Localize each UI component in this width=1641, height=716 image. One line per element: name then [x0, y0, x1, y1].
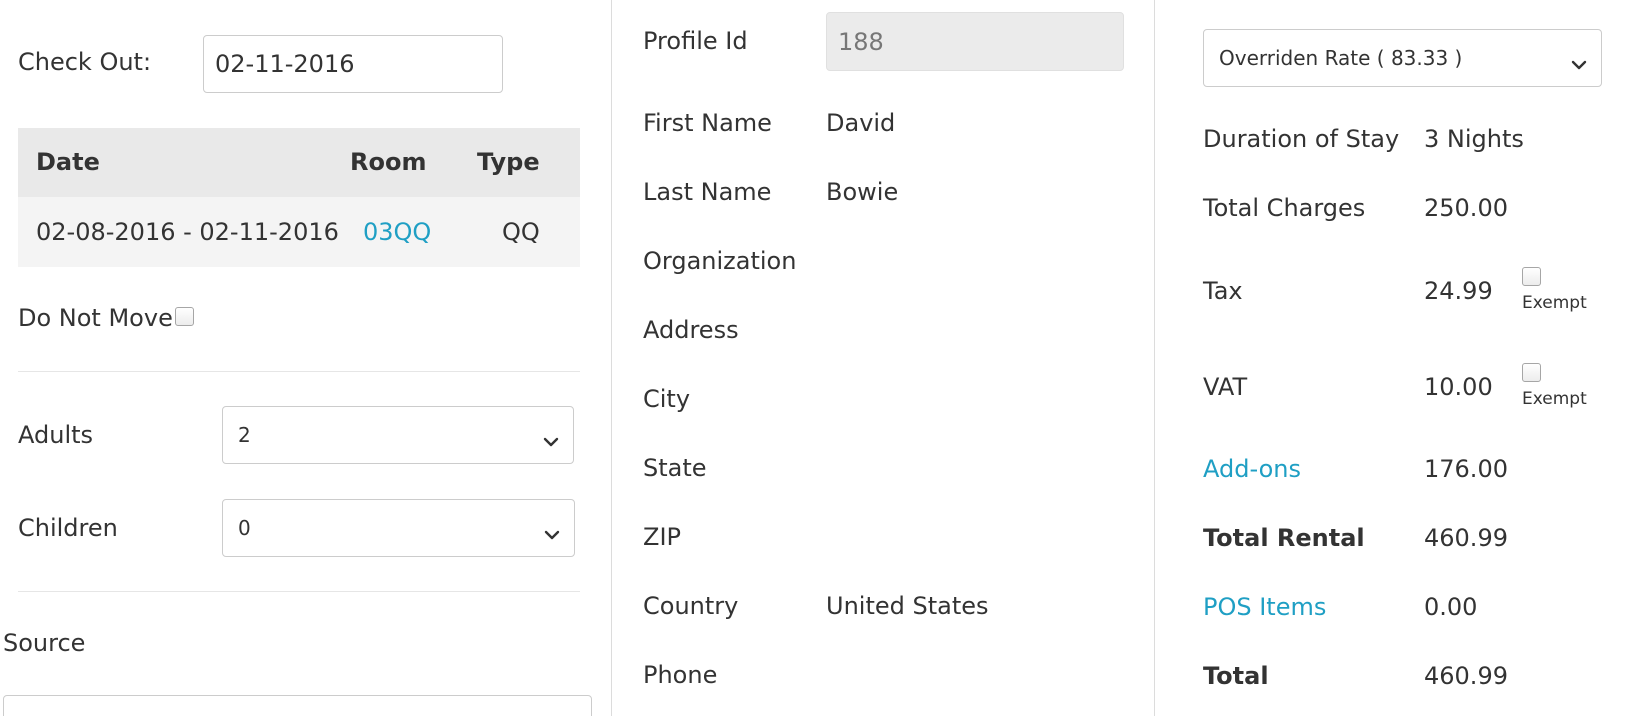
table-row: 02-08-2016 - 02-11-2016 03QQ QQ	[18, 197, 580, 267]
add-ons-value: 176.00	[1424, 455, 1508, 483]
city-label: City	[643, 385, 691, 413]
profile-id-input: 188	[826, 12, 1124, 71]
state-label: State	[643, 454, 707, 482]
children-select-value: 0	[238, 516, 251, 540]
vat-label: VAT	[1203, 373, 1248, 401]
tax-exempt-checkbox[interactable]	[1522, 267, 1541, 286]
total-rental-label: Total Rental	[1203, 524, 1365, 552]
total-rental-value: 460.99	[1424, 524, 1508, 552]
adults-select-value: 2	[238, 423, 251, 447]
add-ons-link[interactable]: Add-ons	[1203, 455, 1301, 483]
divider-2	[18, 591, 580, 592]
divider-1	[18, 371, 580, 372]
row-room-type: QQ	[502, 218, 540, 246]
chevron-down-icon	[1571, 52, 1587, 70]
last-name-value: Bowie	[826, 178, 899, 206]
total-label: Total	[1203, 662, 1269, 690]
row-date-range: 02-08-2016 - 02-11-2016	[36, 218, 339, 246]
country-value: United States	[826, 592, 989, 620]
first-name-value: David	[826, 109, 896, 137]
chevron-down-icon	[543, 429, 559, 447]
column-divider-right	[1154, 0, 1155, 716]
do-not-move-label: Do Not Move	[18, 304, 173, 332]
source-select-partial[interactable]	[3, 695, 592, 716]
pos-items-link[interactable]: POS Items	[1203, 593, 1326, 621]
tax-label: Tax	[1203, 277, 1243, 305]
organization-label: Organization	[643, 247, 797, 275]
room-link-03qq[interactable]: 03QQ	[363, 218, 431, 246]
total-charges-value: 250.00	[1424, 194, 1508, 222]
table-header-row: Date Room Type	[18, 128, 580, 197]
check-out-input[interactable]: 02-11-2016	[203, 35, 503, 93]
profile-id-label: Profile Id	[643, 27, 748, 55]
adults-select[interactable]: 2	[222, 406, 574, 464]
column-header-room: Room	[350, 148, 427, 176]
adults-label: Adults	[18, 421, 94, 449]
children-select[interactable]: 0	[222, 499, 575, 557]
room-assignment-table: Date Room Type 02-08-2016 - 02-11-2016 0…	[18, 128, 580, 267]
vat-value: 10.00	[1424, 373, 1493, 401]
vat-exempt-checkbox[interactable]	[1522, 363, 1541, 382]
tax-exempt-label: Exempt	[1522, 293, 1587, 313]
pos-items-value: 0.00	[1424, 593, 1478, 621]
total-value: 460.99	[1424, 662, 1508, 690]
last-name-label: Last Name	[643, 178, 772, 206]
country-label: Country	[643, 592, 739, 620]
column-divider-left	[611, 0, 612, 716]
rate-select-value: Overriden Rate ( 83.33 )	[1219, 46, 1463, 70]
children-label: Children	[18, 514, 118, 542]
column-header-type: Type	[477, 148, 540, 176]
source-label: Source	[3, 629, 86, 657]
first-name-label: First Name	[643, 109, 772, 137]
duration-value: 3 Nights	[1424, 125, 1524, 153]
check-out-value: 02-11-2016	[215, 50, 355, 78]
rate-select[interactable]: Overriden Rate ( 83.33 )	[1203, 29, 1602, 87]
tax-value: 24.99	[1424, 277, 1493, 305]
duration-label: Duration of Stay	[1203, 125, 1400, 153]
vat-exempt-label: Exempt	[1522, 389, 1587, 409]
address-label: Address	[643, 316, 739, 344]
total-charges-label: Total Charges	[1203, 194, 1366, 222]
profile-id-value: 188	[838, 27, 884, 56]
phone-label: Phone	[643, 661, 718, 689]
do-not-move-checkbox[interactable]	[175, 307, 194, 326]
zip-label: ZIP	[643, 523, 681, 551]
chevron-down-icon	[544, 522, 560, 540]
column-header-date: Date	[36, 148, 100, 176]
check-out-label: Check Out:	[18, 48, 152, 76]
